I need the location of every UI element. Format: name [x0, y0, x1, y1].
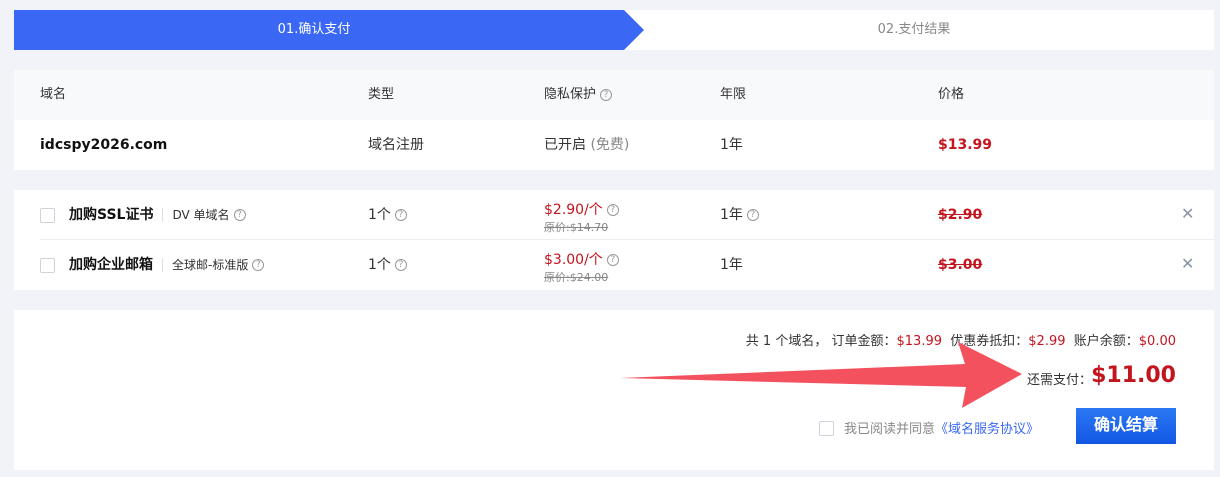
addon-unit-price: $2.90/个 — [544, 202, 603, 218]
domain-type: 域名注册 — [368, 137, 424, 153]
privacy-status: 已开启 (免费) — [544, 120, 629, 170]
domain-years: 1年 — [720, 137, 743, 153]
balance-label: 账户余额： — [1073, 334, 1139, 349]
addon-price: $2.90/个? 原价:$14.70 — [544, 199, 619, 235]
addon-ssl-name: 加购SSL证书 DV 单域名? — [69, 190, 246, 240]
service-agreement-link[interactable]: 《域名服务协议》 — [935, 422, 1039, 437]
question-circle-icon[interactable]: ? — [233, 209, 246, 221]
question-circle-icon[interactable]: ? — [746, 209, 759, 221]
addon-title: 加购SSL证书 — [69, 207, 154, 223]
addon-subtitle: DV 单域名 — [172, 208, 230, 222]
question-circle-icon[interactable]: ? — [394, 209, 407, 221]
step-confirm-payment: 01.确认支付 — [277, 22, 351, 37]
order-summary: 共 1 个域名， 订单金额：$13.99 优惠券抵扣：$2.99 账户余额：$0… — [746, 330, 1176, 349]
addon-years-value: 1年 — [720, 207, 743, 223]
privacy-free-note: (免费) — [590, 137, 630, 153]
domain-count: 共 1 个域名， — [745, 334, 828, 349]
header-privacy: 隐私保护? — [544, 70, 613, 120]
agreement: 我已阅读并同意《域名服务协议》 — [819, 418, 1039, 437]
checkout-stepper: 01.确认支付 02.支付结果 — [14, 10, 1214, 50]
payment-summary: 共 1 个域名， 订单金额：$13.99 优惠券抵扣：$2.99 账户余额：$0… — [14, 310, 1214, 470]
privacy-status-label: 已开启 — [544, 137, 586, 153]
addon-subtitle: 全球邮-标准版 — [172, 258, 249, 272]
domain-price: $13.99 — [938, 137, 993, 153]
divider — [162, 258, 163, 272]
addon-total: $3.00 — [938, 257, 983, 273]
header-type: 类型 — [368, 87, 395, 102]
addon-original-price: 原价:$24.00 — [544, 271, 609, 284]
header-years: 年限 — [720, 87, 747, 102]
question-circle-icon[interactable]: ? — [606, 204, 619, 216]
step-payment-result: 02.支付结果 — [877, 22, 951, 37]
balance-value: $0.00 — [1138, 334, 1176, 349]
addon-ssl-checkbox[interactable] — [40, 208, 55, 223]
step-arrow — [624, 10, 644, 50]
addon-mail-name: 加购企业邮箱 全球邮-标准版? — [69, 240, 265, 290]
header-privacy-label: 隐私保护 — [544, 87, 597, 102]
addon-list: 加购SSL证书 DV 单域名? 1个? $2.90/个? 原价:$14.70 1年… — [14, 190, 1214, 290]
addon-years: 1年? — [720, 190, 759, 240]
addon-price: $3.00/个? 原价:$24.00 — [544, 249, 619, 285]
addon-qty-value: 1个 — [368, 207, 391, 223]
question-circle-icon[interactable]: ? — [394, 259, 407, 271]
addon-unit-price: $3.00/个 — [544, 252, 603, 268]
table-header: 域名 类型 隐私保护? 年限 价格 — [14, 70, 1214, 120]
question-circle-icon[interactable]: ? — [252, 259, 265, 271]
agreement-checkbox[interactable] — [819, 421, 834, 436]
domain-table: 域名 类型 隐私保护? 年限 价格 idcspy2026.com 域名注册 已开… — [14, 70, 1214, 170]
addon-mail-checkbox[interactable] — [40, 258, 55, 273]
addon-qty: 1个? — [368, 240, 407, 290]
question-circle-icon[interactable]: ? — [606, 254, 619, 266]
addon-years: 1年 — [720, 257, 743, 273]
addon-original-price: 原价:$14.70 — [544, 221, 609, 234]
addon-qty: 1个? — [368, 190, 407, 240]
order-amount-label: 订单金额： — [831, 334, 897, 349]
order-amount-value: $13.99 — [896, 334, 943, 349]
amount-due-value: $11.00 — [1091, 363, 1176, 388]
header-domain: 域名 — [40, 87, 67, 102]
domain-name: idcspy2026.com — [40, 137, 168, 153]
addon-total: $2.90 — [938, 207, 983, 223]
close-icon[interactable]: ✕ — [1181, 204, 1194, 223]
agreement-text: 我已阅读并同意 — [844, 422, 936, 437]
amount-due-label: 还需支付： — [1026, 373, 1092, 388]
addon-qty-value: 1个 — [368, 257, 391, 273]
header-price: 价格 — [938, 87, 965, 102]
divider — [162, 208, 164, 222]
question-circle-icon[interactable]: ? — [600, 88, 613, 101]
close-icon[interactable]: ✕ — [1181, 254, 1194, 273]
coupon-label: 优惠券抵扣： — [950, 334, 1029, 349]
coupon-value: $2.99 — [1028, 334, 1066, 349]
addon-title: 加购企业邮箱 — [69, 257, 153, 273]
confirm-checkout-button[interactable]: 确认结算 — [1076, 408, 1176, 444]
